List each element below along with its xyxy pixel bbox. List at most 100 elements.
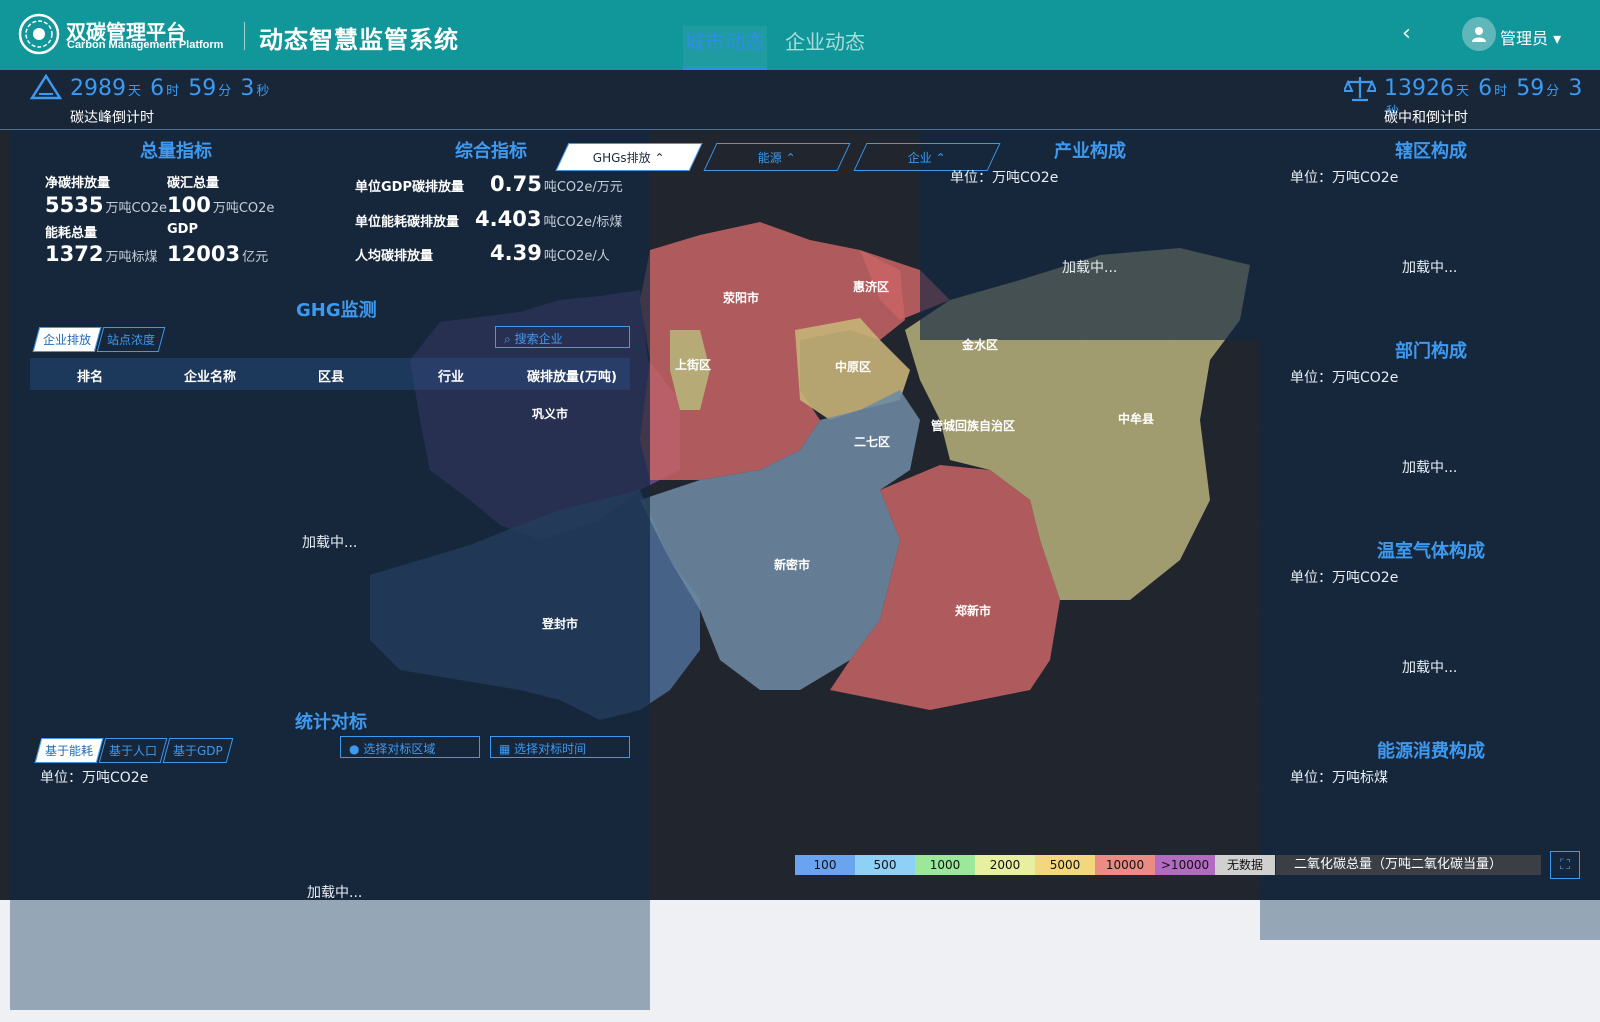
map-legend: 100 500 1000 2000 5000 10000 >10000 无数据 (795, 855, 1275, 875)
search-enterprise-button[interactable]: ⌕ 搜索企业 (495, 326, 630, 348)
filter-ghgs-label: GHGs排放 ⌃ (593, 150, 665, 165)
peak-seconds: 3 (240, 76, 255, 101)
label-guancheng: 管城回族自治区 (931, 419, 1016, 433)
col-industry[interactable]: 行业 (438, 366, 464, 385)
ghg-composition-title: 温室气体构成 (1377, 541, 1485, 562)
gdp-intensity-value: 0.75 吨CO2e/万元 (490, 172, 623, 196)
benchmark-loading: 加载中... (307, 885, 363, 901)
industry-loading: 加载中... (1062, 260, 1118, 276)
gdp-intensity-unit: 吨CO2e/万元 (543, 180, 623, 195)
select-time-label: 选择对标时间 (514, 742, 587, 756)
sink-value: 100 万吨CO2e (167, 193, 274, 217)
total-indicators-title: 总量指标 (140, 141, 212, 162)
net-emission-value: 5535 万吨CO2e (45, 193, 167, 217)
net-emission-unit: 万吨CO2e (105, 201, 168, 216)
col-enterprise-name[interactable]: 企业名称 (184, 366, 236, 385)
label-zhengxin: 郑新市 (955, 604, 992, 618)
department-title: 部门构成 (1395, 341, 1467, 362)
legend-item-500[interactable]: 500 (855, 855, 915, 875)
tab-enterprise-emission-label: 企业排放 (43, 333, 92, 347)
label-huiji: 惠济区 (853, 280, 890, 294)
net-emission-number: 5535 (45, 193, 104, 217)
col-emission[interactable]: 碳排放量(万吨) (527, 366, 617, 385)
ghg-composition-unit: 单位：万吨CO2e (1290, 570, 1399, 586)
legend-item-no-data[interactable]: 无数据 (1215, 855, 1275, 875)
col-rank[interactable]: 排名 (77, 366, 103, 385)
filter-ghgs[interactable]: GHGs排放 ⌃ (555, 143, 703, 171)
user-icon[interactable] (1462, 17, 1496, 51)
fullscreen-icon[interactable]: ⛶ (1550, 851, 1580, 879)
neutral-hour-unit: 时 (1494, 84, 1508, 99)
tab-by-energy[interactable]: 基于能耗 (34, 738, 104, 763)
district-unit: 单位：万吨CO2e (1290, 170, 1399, 186)
tab-station-concentration[interactable]: 站点浓度 (96, 327, 166, 352)
user-menu[interactable]: 管理员 ▾ (1500, 25, 1561, 49)
logo-icon (18, 13, 60, 55)
filter-energy-label: 能源 ⌃ (758, 150, 796, 165)
legend-item-100[interactable]: 100 (795, 855, 855, 875)
energy-intensity-unit: 吨CO2e/标煤 (543, 215, 623, 230)
ghg-monitor-title: GHG监测 (296, 300, 377, 321)
legend-item-1000[interactable]: 1000 (915, 855, 975, 875)
energy-consumption-title: 能源消费构成 (1377, 741, 1485, 762)
tab-station-concentration-label: 站点浓度 (107, 333, 156, 347)
search-icon: ⌕ (504, 332, 511, 346)
neutral-minutes: 59 (1516, 76, 1545, 101)
per-capita-unit: 吨CO2e/人 (543, 249, 610, 264)
label-gongyi: 巩义市 (532, 407, 569, 421)
label-dengfeng: 登封市 (542, 617, 579, 631)
tab-by-population-label: 基于人口 (109, 744, 158, 758)
legend-item-5000[interactable]: 5000 (1035, 855, 1095, 875)
energy-value: 1372 万吨标煤 (45, 242, 157, 266)
label-xinmi: 新密市 (774, 558, 811, 572)
tab-by-population[interactable]: 基于人口 (98, 738, 168, 763)
energy-intensity-label: 单位能耗碳排放量 (355, 215, 460, 230)
chevron-left-icon[interactable]: ‹ (1402, 23, 1422, 45)
label-erqi: 二七区 (854, 435, 891, 449)
calendar-icon: ▦ (499, 742, 511, 756)
filter-energy-text: 能源 (758, 150, 783, 165)
gdp-unit: 亿元 (242, 250, 269, 265)
peak-hour-unit: 时 (166, 84, 180, 99)
energy-number: 1372 (45, 242, 104, 266)
gdp-intensity-number: 0.75 (490, 172, 542, 196)
label-xingyang: 荥阳市 (723, 291, 760, 305)
peak-minutes: 59 (188, 76, 217, 101)
peak-sec-unit: 秒 (256, 84, 270, 99)
industry-title: 产业构成 (1054, 141, 1126, 162)
col-county[interactable]: 区县 (318, 366, 344, 385)
filter-enterprise-label: 企业 ⌃ (908, 150, 946, 165)
department-unit: 单位：万吨CO2e (1290, 370, 1399, 386)
filter-energy[interactable]: 能源 ⌃ (703, 143, 851, 171)
legend-item-over-10000[interactable]: >10000 (1155, 855, 1215, 875)
user-name: 管理员 (1500, 29, 1549, 48)
industry-unit: 单位：万吨CO2e (950, 170, 1059, 186)
neutral-days: 13926 (1384, 76, 1454, 101)
per-capita-label: 人均碳排放量 (355, 249, 434, 264)
tab-enterprise-dynamics[interactable]: 企业动态 (783, 26, 867, 70)
tab-city-dynamics[interactable]: 城市动态 (683, 26, 767, 70)
neutral-hours: 6 (1478, 76, 1493, 101)
peak-countdown: 2989 天 6时 59 分 3秒 (70, 76, 273, 101)
top-header: 双碳管理平台 Carbon Management Platform 动态智慧监管… (0, 0, 1600, 70)
peak-day-unit: 天 (128, 84, 142, 99)
select-time-button[interactable]: ▦ 选择对标时间 (490, 736, 630, 758)
legend-item-2000[interactable]: 2000 (975, 855, 1035, 875)
energy-unit: 万吨标煤 (105, 250, 158, 265)
energy-label: 能耗总量 (45, 226, 98, 241)
header-divider (244, 22, 245, 50)
tab-by-gdp[interactable]: 基于GDP (162, 738, 234, 763)
per-capita-value: 4.39 吨CO2e/人 (490, 241, 610, 265)
neutral-countdown-label: 碳中和倒计时 (1384, 110, 1468, 126)
label-shangjie: 上街区 (675, 358, 712, 372)
legend-item-10000[interactable]: 10000 (1095, 855, 1155, 875)
select-region-button[interactable]: ● 选择对标区域 (340, 736, 480, 758)
net-emission-label: 净碳排放量 (45, 176, 111, 191)
filter-enterprise-text: 企业 (908, 150, 933, 165)
label-zhongmou: 中牟县 (1118, 412, 1155, 426)
gdp-label: GDP (167, 222, 198, 237)
tab-enterprise-emission[interactable]: 企业排放 (32, 327, 102, 352)
neutral-min-unit: 分 (1546, 84, 1560, 99)
energy-intensity-number: 4.403 (475, 207, 542, 231)
left-footer-block (10, 900, 650, 1010)
